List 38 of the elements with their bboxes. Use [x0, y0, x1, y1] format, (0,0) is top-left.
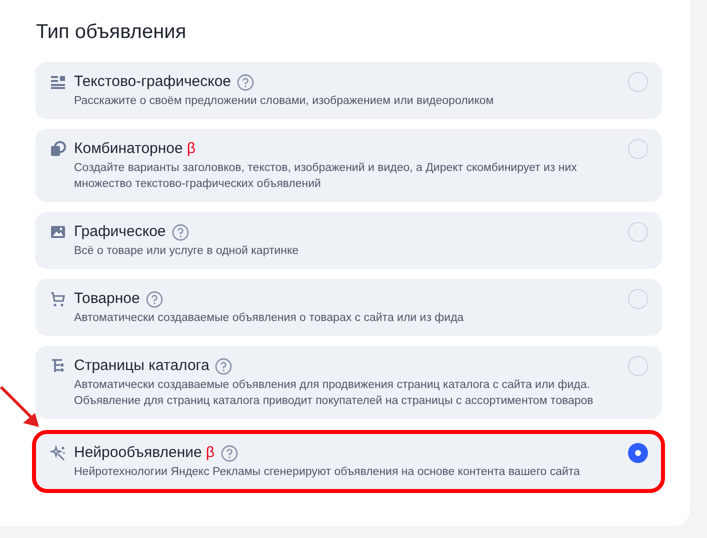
radio-button[interactable]: [628, 356, 648, 376]
option-title: Графическое: [74, 222, 166, 242]
ad-type-option[interactable]: Товарное Автоматически создаваемые объявления о товарах с сайта или из фида: [35, 279, 662, 336]
option-description: Всё о товаре или услуге в одной картинке: [74, 244, 300, 259]
ad-type-option[interactable]: Текстово-графическое Расскажите о своём предложении словами, изображением или видеороликом: [35, 62, 662, 119]
option-description: Создайте варианты заголовков, текстов, изображений и видео, а Директ скомбинирует из них множество текстово-графических объявлений: [74, 161, 578, 192]
beta-label: β: [186, 139, 196, 159]
help-icon[interactable]: [146, 290, 163, 308]
help-icon[interactable]: [172, 224, 189, 240]
option-description: Автоматически создаваемые объявления для продвижения страниц каталога с сайта или фида. Объявление для страниц каталога приводит покупателей на страницы с ассортиментом товаров: [74, 378, 594, 409]
section-title: Тип объявления: [36, 20, 188, 45]
magic-sparkle-icon: [50, 445, 66, 461]
ad-type-option[interactable]: Комбинаторное β Создайте варианты заголовков, текстов, изображений и видео, а Директ скомбинирует из них множество текстово-графических объявлений: [35, 129, 662, 202]
help-icon[interactable]: [220, 444, 238, 462]
overlapping-shapes-icon: [50, 141, 66, 157]
image-icon: [50, 224, 66, 240]
option-title: Страницы каталога: [74, 356, 210, 376]
option-description: Нейротехнологии Яндекс Рекламы сгенерируют объявления на основе контента вашего сайта: [74, 465, 581, 480]
radio-button[interactable]: [628, 139, 648, 159]
help-icon[interactable]: [215, 358, 232, 374]
cart-icon: [50, 291, 66, 307]
radio-button[interactable]: [628, 443, 648, 463]
option-title: Нейрообъявление: [74, 443, 202, 463]
option-title: Текстово-графическое: [74, 72, 232, 92]
radio-button[interactable]: [628, 72, 648, 92]
ad-type-option[interactable]: Графическое Всё о товаре или услуге в одной картинке: [35, 212, 662, 269]
option-description: Автоматически создаваемые объявления о товарах с сайта или из фида: [74, 311, 465, 326]
help-icon[interactable]: [237, 74, 254, 90]
ad-type-option[interactable]: Нейрообъявление β Нейротехнологии Яндекс Рекламы сгенерируют объявления на основе контента вашего сайта: [35, 433, 662, 490]
radio-button[interactable]: [628, 289, 648, 309]
option-title: Комбинаторное: [74, 139, 183, 159]
radio-button[interactable]: [628, 222, 648, 242]
option-description: Расскажите о своём предложении словами, изображением или видеороликом: [74, 94, 495, 109]
text-layout-icon: [50, 74, 66, 90]
beta-label: β: [206, 443, 215, 463]
option-title: Товарное: [74, 289, 140, 309]
tree-list-icon: [50, 358, 66, 374]
ad-type-option[interactable]: Страницы каталога Автоматически создаваемые объявления для продвижения страниц каталога с сайта или фида. Объявление для страниц каталога приводит покупателей на страницы с ассортиментом товаров: [35, 346, 662, 419]
